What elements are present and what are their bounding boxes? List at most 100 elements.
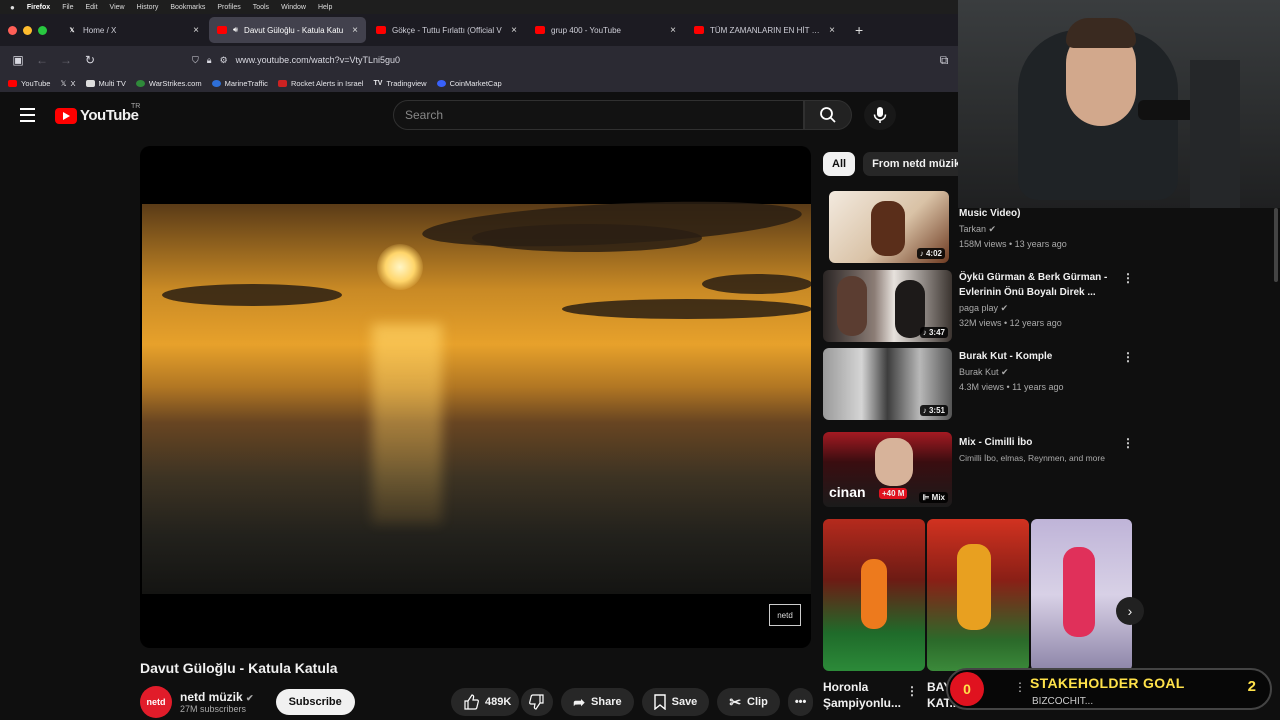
close-window-button[interactable] bbox=[8, 25, 17, 35]
minimize-window-button[interactable] bbox=[23, 25, 32, 35]
menu-app-name[interactable]: Firefox bbox=[27, 4, 50, 11]
related-title[interactable]: Öykü Gürman & Berk Gürman - Evlerinin Ön… bbox=[959, 270, 1129, 300]
close-tab-icon[interactable]: × bbox=[352, 25, 358, 36]
menu-bookmarks[interactable]: Bookmarks bbox=[170, 4, 205, 11]
url-text[interactable]: www.youtube.com/watch?v=VtyTLni5gu0 bbox=[236, 55, 400, 65]
bookmark-multi-tv[interactable]: Multi TV bbox=[85, 79, 126, 88]
x-icon: 𝕏 bbox=[69, 27, 75, 34]
back-arrow-icon[interactable]: ← bbox=[30, 53, 54, 67]
menu-view[interactable]: View bbox=[110, 4, 125, 11]
page-scrollbar[interactable] bbox=[1274, 208, 1278, 282]
share-label: Share bbox=[591, 696, 622, 708]
more-vertical-icon[interactable]: ⋮ bbox=[906, 684, 918, 698]
new-tab-icon[interactable]: + bbox=[845, 22, 873, 38]
chip-all[interactable]: All bbox=[823, 152, 856, 176]
menu-edit[interactable]: Edit bbox=[85, 4, 97, 11]
related-thumbnail[interactable]: ♪ 4:02 bbox=[829, 191, 949, 263]
clip-button[interactable]: ✂︎ Clip bbox=[717, 688, 780, 716]
close-tab-icon[interactable]: × bbox=[670, 25, 676, 36]
channel-name: Tarkan bbox=[959, 224, 987, 234]
chip-from-channel[interactable]: From netd müzik bbox=[863, 152, 970, 176]
short-thumbnail[interactable] bbox=[823, 519, 925, 671]
thumbs-down-icon bbox=[529, 694, 544, 710]
chevron-right-icon[interactable]: › bbox=[1116, 597, 1144, 625]
related-thumbnail[interactable]: ♪ 3:47 bbox=[823, 270, 952, 342]
menu-profiles[interactable]: Profiles bbox=[217, 4, 240, 11]
bookmark-x[interactable]: 𝕏X bbox=[60, 79, 75, 88]
bookmark-label: YouTube bbox=[21, 78, 51, 88]
tab-tum-zamanlarin[interactable]: TÜM ZAMANLARIN EN HİT ŞAR × bbox=[686, 17, 843, 43]
permissions-icon[interactable]: ⚙︎ bbox=[220, 55, 228, 66]
channel-avatar[interactable]: netd bbox=[140, 686, 172, 718]
close-tab-icon[interactable]: × bbox=[193, 25, 199, 36]
menu-window[interactable]: Window bbox=[281, 4, 306, 11]
zoom-window-button[interactable] bbox=[38, 25, 47, 35]
subscribe-button[interactable]: Subscribe bbox=[275, 689, 355, 715]
close-tab-icon[interactable]: × bbox=[829, 25, 835, 36]
save-button[interactable]: Save bbox=[641, 688, 710, 716]
lock-icon[interactable]: 🔒︎ bbox=[207, 55, 212, 66]
mix-thumbnail[interactable]: cinan +40 M ⊫ Mix bbox=[823, 432, 952, 507]
search-button[interactable] bbox=[804, 100, 852, 130]
tab-label: grup 400 - YouTube bbox=[551, 25, 621, 35]
menu-hamburger-icon[interactable] bbox=[20, 108, 35, 126]
channel-name-row[interactable]: netd müzik ✔︎ bbox=[180, 690, 254, 704]
picture-in-picture-icon[interactable]: ⧉ bbox=[932, 53, 956, 68]
bookmark-youtube[interactable]: YouTube bbox=[8, 79, 50, 88]
youtube-icon bbox=[694, 26, 704, 34]
url-bar[interactable]: ⛉ 🔒︎ ⚙︎ www.youtube.com/watch?v=VtyTLni5… bbox=[192, 50, 932, 70]
bookmark-marinetraffic[interactable]: MarineTraffic bbox=[211, 78, 268, 88]
overlay-title: STAKEHOLDER GOAL bbox=[1030, 675, 1185, 691]
related-channel[interactable]: Tarkan ✔︎ bbox=[959, 222, 996, 237]
dislike-button[interactable] bbox=[521, 688, 554, 716]
logo-wordmark: YouTube bbox=[80, 107, 139, 124]
related-title[interactable]: Music Video) bbox=[959, 206, 1119, 221]
more-vertical-icon[interactable]: ⋮ bbox=[1122, 271, 1134, 285]
tradingview-icon: TV bbox=[373, 79, 383, 87]
related-channel[interactable]: paga play ✔︎ bbox=[959, 301, 1008, 316]
short-title[interactable]: Horonla Şampiyonlu... bbox=[823, 679, 903, 711]
reload-icon[interactable]: ↻ bbox=[78, 53, 102, 67]
video-player[interactable]: netd bbox=[140, 146, 811, 648]
menu-file[interactable]: File bbox=[62, 4, 73, 11]
related-thumbnail[interactable]: ♪ 3:51 bbox=[823, 348, 952, 420]
short-thumbnail[interactable] bbox=[1031, 519, 1132, 671]
search-input[interactable]: Search bbox=[393, 100, 804, 130]
apple-icon[interactable]: ● bbox=[10, 3, 15, 12]
voice-search-button[interactable] bbox=[864, 100, 896, 130]
bookmark-coinmarketcap[interactable]: CoinMarketCap bbox=[436, 79, 502, 88]
menu-history[interactable]: History bbox=[137, 4, 159, 11]
more-vertical-icon[interactable]: ⋮ bbox=[1122, 350, 1134, 364]
avatar-text: netd bbox=[146, 697, 166, 707]
speaker-icon[interactable]: 🔊︎ bbox=[233, 25, 238, 35]
menu-help[interactable]: Help bbox=[318, 4, 332, 11]
more-actions-button[interactable]: ••• bbox=[787, 688, 814, 716]
tab-grup-400[interactable]: grup 400 - YouTube × bbox=[527, 17, 684, 43]
like-button[interactable]: 489K bbox=[451, 688, 520, 716]
share-button[interactable]: ➦ Share bbox=[561, 688, 634, 716]
close-tab-icon[interactable]: × bbox=[511, 25, 517, 36]
short-thumbnail[interactable] bbox=[927, 519, 1029, 671]
related-title[interactable]: Mix - Cimilli İbo bbox=[959, 435, 1119, 450]
tab-x-home[interactable]: 𝕏 Home / X × bbox=[59, 17, 207, 43]
forward-arrow-icon[interactable]: → bbox=[54, 53, 78, 67]
bookmark-warstrikes[interactable]: WarStrikes.com bbox=[135, 79, 202, 88]
related-title[interactable]: Burak Kut - Komple bbox=[959, 349, 1119, 364]
tab-active-video[interactable]: 🔊︎ Davut Güloğlu - Katula Katu × bbox=[209, 17, 366, 43]
bookmark-rocket-alerts[interactable]: Rocket Alerts in Israel bbox=[277, 79, 363, 88]
duration-text: 3:51 bbox=[928, 406, 945, 415]
bookmark-label: MarineTraffic bbox=[224, 78, 268, 88]
channel-name[interactable]: netd müzik bbox=[180, 690, 243, 704]
channel-watermark[interactable]: netd bbox=[769, 604, 801, 626]
youtube-icon bbox=[8, 79, 17, 87]
youtube-logo[interactable]: YouTube TR bbox=[55, 103, 140, 124]
menu-tools[interactable]: Tools bbox=[253, 4, 269, 11]
tab-gokce[interactable]: Gökçe - Tuttu Fırlattı (Official V × bbox=[368, 17, 525, 43]
verified-icon: ✔︎ bbox=[246, 693, 254, 703]
sidebar-toggle-icon[interactable]: ▣ bbox=[6, 53, 30, 67]
related-channel[interactable]: Burak Kut ✔︎ bbox=[959, 365, 1009, 380]
bookmark-tradingview[interactable]: TV Tradingview bbox=[373, 79, 426, 88]
more-vertical-icon[interactable]: ⋮ bbox=[1122, 436, 1134, 450]
shield-icon[interactable]: ⛉ bbox=[192, 55, 199, 66]
bookmark-label: Tradingview bbox=[386, 78, 427, 88]
